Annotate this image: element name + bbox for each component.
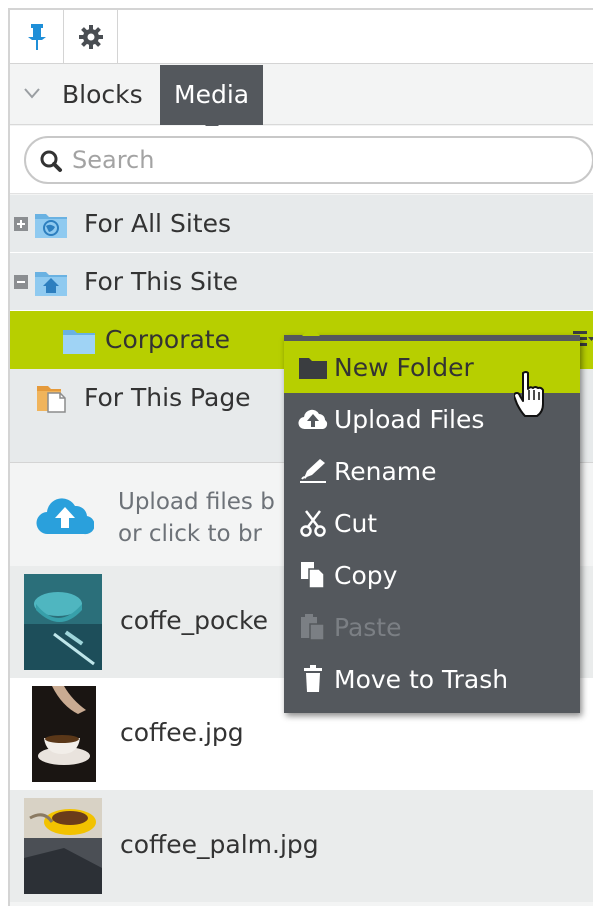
pin-button[interactable] xyxy=(10,10,64,64)
tree-node-for-this-site[interactable]: For This Site xyxy=(10,253,593,311)
menu-item-move-to-trash[interactable]: Move to Trash xyxy=(284,653,580,705)
pin-icon xyxy=(27,24,46,50)
search-box xyxy=(24,136,593,184)
hand-cursor-icon xyxy=(514,371,544,417)
tab-media[interactable]: Media xyxy=(160,65,264,132)
menu-item-rename[interactable]: Rename xyxy=(284,445,580,497)
menu-item-label: Copy xyxy=(334,561,398,590)
search-input[interactable] xyxy=(72,144,552,176)
thumbnail xyxy=(24,574,102,670)
menu-item-label: Upload Files xyxy=(334,405,485,434)
menu-item-label: Move to Trash xyxy=(334,665,509,694)
menu-item-label: Rename xyxy=(334,457,437,486)
panel-tabs: Blocks Media xyxy=(10,65,593,132)
menu-item-label: Paste xyxy=(334,613,402,642)
tree-node-label: Corporate xyxy=(105,325,230,354)
settings-button[interactable] xyxy=(64,10,118,64)
page-folder-icon xyxy=(37,386,66,413)
tree-node-label: For All Sites xyxy=(84,209,231,238)
paste-icon xyxy=(301,614,325,641)
menu-item-cut[interactable]: Cut xyxy=(284,497,580,549)
gear-icon xyxy=(78,25,103,49)
scissors-icon xyxy=(300,510,326,537)
cloud-upload-icon xyxy=(36,498,94,535)
copy-icon xyxy=(301,562,325,589)
media-item-name: coffe_pocke xyxy=(120,606,269,635)
expand-icon[interactable] xyxy=(14,217,28,231)
chevron-down-icon[interactable] xyxy=(22,83,42,103)
upload-text-line1: Upload files b xyxy=(118,489,275,515)
thumbnail xyxy=(32,686,96,782)
media-item-name: coffee_palm.jpg xyxy=(120,830,319,859)
media-item-name: coffee.jpg xyxy=(120,718,244,747)
tree-node-for-all-sites[interactable]: For All Sites xyxy=(10,195,593,253)
search-icon xyxy=(40,150,62,172)
media-item[interactable]: coffee_palm.jpg xyxy=(10,790,593,902)
folder-icon xyxy=(63,330,95,354)
cloud-upload-icon xyxy=(298,409,328,430)
tree-node-label: For This Site xyxy=(84,267,239,296)
trash-icon xyxy=(304,665,322,692)
thumbnail xyxy=(24,798,102,894)
panel-toolbar xyxy=(10,10,593,64)
upload-text-line2: or click to br xyxy=(118,521,262,547)
menu-item-label: New Folder xyxy=(334,353,474,382)
globe-folder-icon xyxy=(35,214,67,238)
folder-icon xyxy=(299,358,327,379)
menu-item-label: Cut xyxy=(334,509,378,538)
menu-item-paste[interactable]: Paste xyxy=(284,601,580,653)
tree-node-label: For This Page xyxy=(84,383,251,412)
menu-item-copy[interactable]: Copy xyxy=(284,549,580,601)
collapse-icon[interactable] xyxy=(14,275,28,289)
rename-icon xyxy=(300,459,326,483)
tab-blocks[interactable]: Blocks xyxy=(48,65,157,125)
upload-instructions: Upload files b or click to br xyxy=(118,486,275,550)
home-folder-icon xyxy=(35,272,67,296)
search-area xyxy=(10,126,593,194)
